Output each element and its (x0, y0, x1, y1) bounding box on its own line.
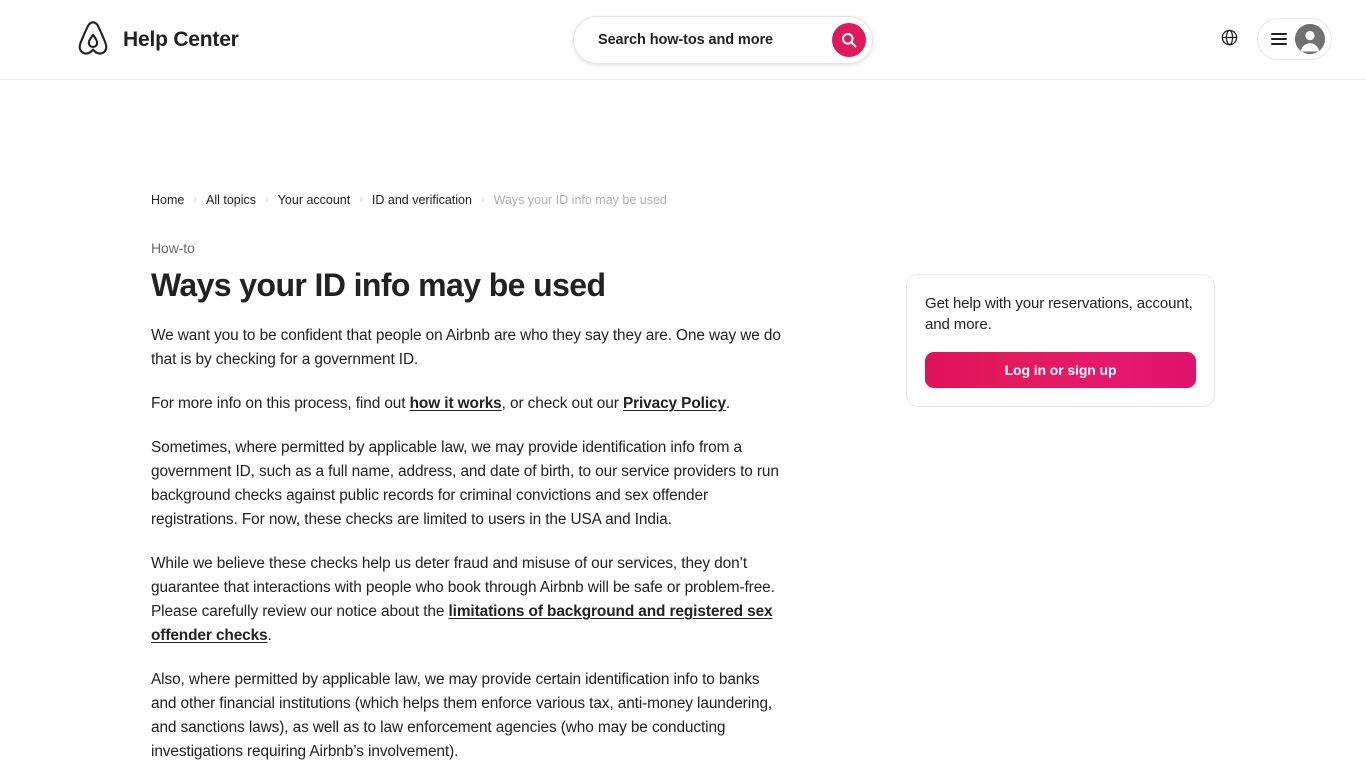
article-paragraph-3: Sometimes, where permitted by applicable… (151, 439, 779, 528)
brand-title: Help Center (123, 27, 239, 51)
airbnb-belo-logo-icon (76, 20, 110, 58)
breadcrumb-item-5: Ways your ID info may be used (493, 193, 667, 207)
breadcrumb-separator-icon: › (193, 194, 198, 206)
header-actions (1209, 18, 1332, 60)
breadcrumb-item-4[interactable]: ID and verification (372, 192, 472, 208)
breadcrumb-separator-icon: › (359, 194, 363, 206)
search-icon (841, 32, 857, 48)
search-submit-button[interactable] (832, 23, 866, 57)
brand-home-link[interactable]: Help Center (76, 20, 239, 58)
article-link-4-2[interactable]: limitations of background and registered… (151, 603, 773, 644)
article-link-2-2[interactable]: how it works (410, 395, 502, 412)
article-paragraph-2: For more info on this process, find out … (151, 395, 731, 412)
breadcrumb-item-3[interactable]: Your account (278, 192, 351, 208)
breadcrumb-separator-icon: › (480, 194, 485, 206)
article-paragraph-4: While we believe these checks help us de… (151, 555, 775, 644)
login-promo-text: Get help with your reservations, account… (925, 295, 1193, 333)
breadcrumb: Home › All topics › Your account › ID and veri… (151, 192, 667, 208)
article-body: We want you to be confident that people … (151, 324, 781, 768)
globe-icon (1221, 29, 1238, 49)
site-header: Help Center (0, 0, 1366, 80)
article: How-to Ways your ID info may be used We … (151, 238, 781, 768)
page-body: Home › All topics › Your account › ID and veri… (0, 80, 1366, 768)
language-globe-button[interactable] (1209, 19, 1249, 59)
article-paragraph-5: Also, where permitted by applicable law,… (151, 671, 773, 760)
breadcrumb-item-2[interactable]: All topics (206, 192, 256, 208)
search-input[interactable] (598, 32, 832, 48)
page-title: Ways your ID info may be used (151, 267, 606, 303)
search-box[interactable] (573, 16, 873, 64)
article-link-2-4[interactable]: Privacy Policy (623, 395, 726, 412)
user-avatar-icon (1295, 24, 1325, 54)
hamburger-menu-icon (1271, 33, 1287, 45)
article-paragraph-1: We want you to be confident that people … (151, 327, 781, 368)
breadcrumb-item-1[interactable]: Home (151, 192, 184, 208)
user-menu-button[interactable] (1257, 18, 1332, 60)
breadcrumb-separator-icon: › (265, 194, 269, 206)
login-promo-card: Get help with your reservations, account… (906, 274, 1215, 407)
article-category-label: How-to (151, 240, 195, 256)
search-container (573, 16, 873, 64)
login-or-signup-button[interactable]: Log in or sign up (925, 352, 1196, 388)
